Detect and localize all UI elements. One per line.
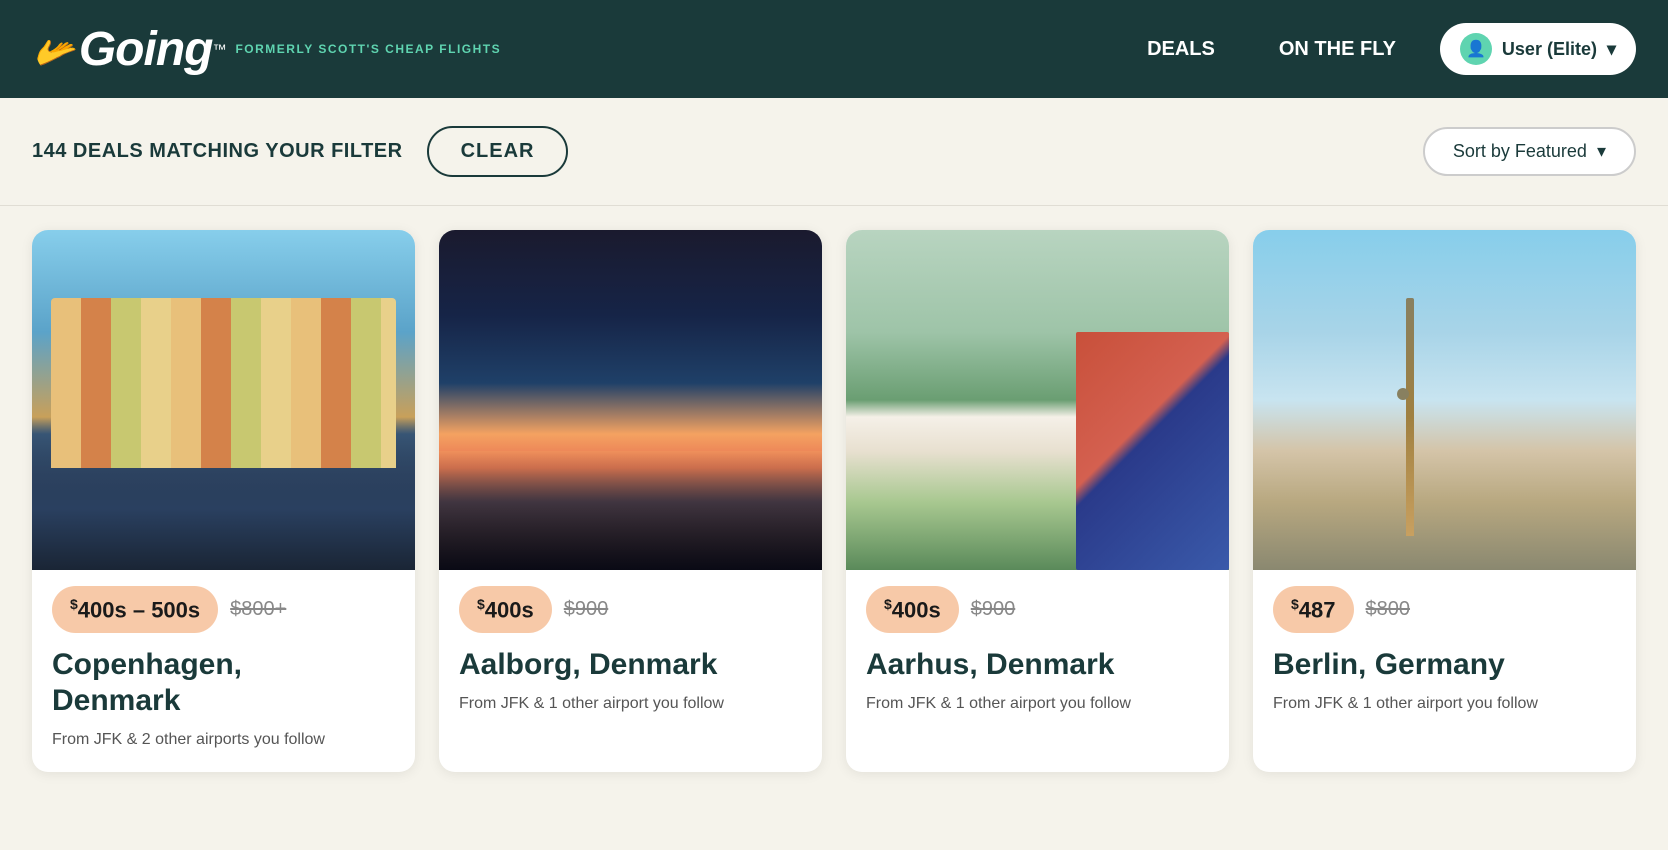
city-name: Aalborg, Denmark: [459, 647, 802, 683]
logo-text: Going™: [79, 22, 226, 77]
hand-icon: 🫴: [26, 22, 82, 77]
sort-label: Sort by Featured: [1453, 141, 1587, 162]
card-body: $400s $900 Aalborg, Denmark From JFK & 1…: [439, 570, 822, 736]
destination-image: [1253, 230, 1636, 570]
airports-text: From JFK & 1 other airport you follow: [1273, 693, 1616, 715]
logo-going: Going: [79, 22, 213, 77]
nav-deals[interactable]: DEALS: [1127, 38, 1235, 61]
deals-grid: $400s – 500s $800+ Copenhagen,Denmark Fr…: [0, 206, 1668, 796]
filter-bar: 144 DEALS MATCHING YOUR FILTER CLEAR Sor…: [0, 98, 1668, 206]
card-body: $400s – 500s $800+ Copenhagen,Denmark Fr…: [32, 570, 415, 772]
sort-chevron-icon: ▾: [1597, 141, 1606, 162]
card-aalborg[interactable]: $400s $900 Aalborg, Denmark From JFK & 1…: [439, 230, 822, 772]
logo-container: 🫴 Going™ FORMERLY SCOTT'S CHEAP FLIGHTS: [32, 22, 501, 77]
navbar: 🫴 Going™ FORMERLY SCOTT'S CHEAP FLIGHTS …: [0, 0, 1668, 98]
original-price: $800+: [230, 598, 286, 621]
price-row: $400s $900: [866, 586, 1209, 633]
price-badge: $400s: [459, 586, 552, 633]
card-body: $487 $800 Berlin, Germany From JFK & 1 o…: [1253, 570, 1636, 736]
price-badge: $487: [1273, 586, 1354, 633]
card-image-aalborg: [439, 230, 822, 570]
card-image-aarhus: [846, 230, 1229, 570]
user-menu-button[interactable]: 👤 User (Elite) ▾: [1440, 23, 1636, 75]
destination-image: [439, 230, 822, 570]
city-name: Aarhus, Denmark: [866, 647, 1209, 683]
user-chevron-icon: ▾: [1607, 39, 1616, 60]
original-price: $900: [971, 598, 1016, 621]
price-row: $400s $900: [459, 586, 802, 633]
card-aarhus[interactable]: $400s $900 Aarhus, Denmark From JFK & 1 …: [846, 230, 1229, 772]
airports-text: From JFK & 2 other airports you follow: [52, 729, 395, 751]
price-badge: $400s – 500s: [52, 586, 218, 633]
card-body: $400s $900 Aarhus, Denmark From JFK & 1 …: [846, 570, 1229, 736]
card-berlin[interactable]: $487 $800 Berlin, Germany From JFK & 1 o…: [1253, 230, 1636, 772]
card-image-copenhagen: [32, 230, 415, 570]
destination-image: [32, 230, 415, 570]
airports-text: From JFK & 1 other airport you follow: [459, 693, 802, 715]
city-name: Berlin, Germany: [1273, 647, 1616, 683]
card-copenhagen[interactable]: $400s – 500s $800+ Copenhagen,Denmark Fr…: [32, 230, 415, 772]
price-badge: $400s: [866, 586, 959, 633]
user-avatar: 👤: [1460, 33, 1492, 65]
formerly-label: FORMERLY SCOTT'S CHEAP FLIGHTS: [235, 42, 501, 56]
deals-count: 144 DEALS MATCHING YOUR FILTER: [32, 140, 403, 163]
city-name: Copenhagen,Denmark: [52, 647, 395, 719]
sort-button[interactable]: Sort by Featured ▾: [1423, 127, 1636, 176]
nav-on-the-fly[interactable]: ON THE FLY: [1259, 38, 1416, 61]
destination-image: [846, 230, 1229, 570]
airports-text: From JFK & 1 other airport you follow: [866, 693, 1209, 715]
original-price: $800: [1366, 598, 1411, 621]
price-row: $487 $800: [1273, 586, 1616, 633]
price-row: $400s – 500s $800+: [52, 586, 395, 633]
logo-tm: ™: [212, 41, 225, 57]
clear-button[interactable]: CLEAR: [427, 126, 569, 177]
card-image-berlin: [1253, 230, 1636, 570]
user-label: User (Elite): [1502, 39, 1597, 60]
original-price: $900: [564, 598, 609, 621]
